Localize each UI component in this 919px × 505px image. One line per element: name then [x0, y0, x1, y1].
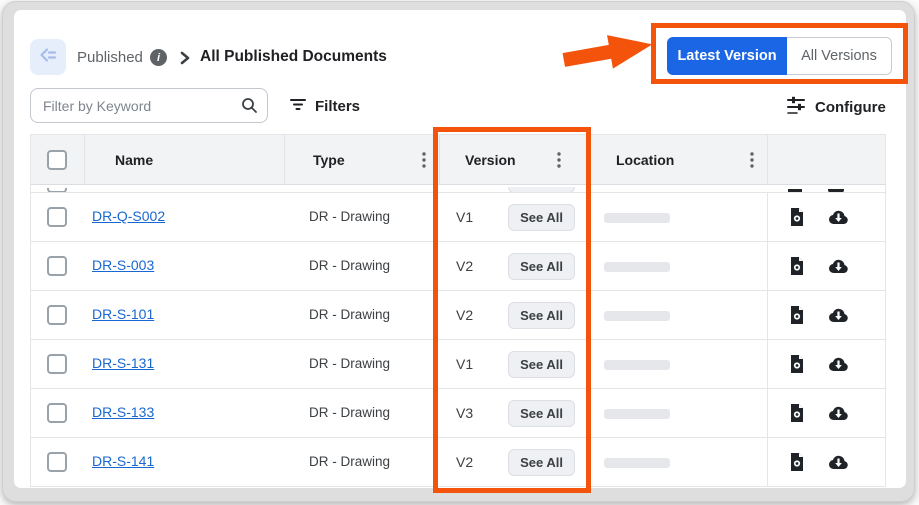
row-checkbox[interactable] — [47, 403, 67, 423]
filters-label: Filters — [315, 98, 360, 115]
type-column-menu-icon[interactable] — [422, 152, 426, 171]
document-name-link[interactable]: DR-Q-S002 — [92, 208, 165, 224]
location-placeholder-bar — [604, 213, 670, 223]
column-header-name[interactable]: Name — [84, 135, 284, 185]
see-all-button[interactable]: See All — [508, 400, 575, 427]
row-checkbox[interactable] — [47, 354, 67, 374]
preview-file-icon[interactable] — [787, 305, 807, 330]
preview-file-icon[interactable] — [787, 256, 807, 281]
row-checkbox[interactable] — [47, 452, 67, 472]
document-version: V1 — [456, 356, 473, 372]
table-row: DR-S-101 DR - Drawing V2 See All — [31, 291, 885, 340]
document-type: DR - Drawing — [309, 258, 390, 273]
see-all-button[interactable]: See All — [508, 351, 575, 378]
column-header-actions — [767, 135, 887, 185]
document-version: V2 — [456, 258, 473, 274]
document-name-link[interactable]: DR-S-101 — [92, 306, 154, 322]
cloud-download-icon[interactable] — [827, 305, 850, 330]
app-window: Published i All Published Documents Late… — [2, 1, 915, 502]
documents-table: Name Type Version Location — [30, 134, 886, 487]
preview-file-icon[interactable] — [787, 452, 807, 477]
document-type: DR - Drawing — [309, 356, 390, 371]
location-placeholder-bar — [604, 311, 670, 321]
preview-file-icon[interactable] — [787, 403, 807, 428]
breadcrumb-section[interactable]: Published — [77, 49, 143, 66]
row-actions — [767, 438, 887, 486]
page-title: All Published Documents — [200, 48, 387, 66]
keyword-filter — [30, 88, 268, 123]
latest-version-button[interactable]: Latest Version — [667, 37, 787, 75]
document-type: DR - Drawing — [309, 209, 390, 224]
cloud-download-icon[interactable] — [827, 207, 850, 232]
table-row: DR-S-141 DR - Drawing V2 See All — [31, 438, 885, 487]
table-row: DR-S-133 DR - Drawing V3 See All — [31, 389, 885, 438]
keyword-filter-input[interactable] — [30, 88, 268, 123]
document-name-link[interactable]: DR-S-141 — [92, 453, 154, 469]
filter-list-icon — [289, 96, 307, 117]
cloud-download-icon[interactable] — [827, 403, 850, 428]
cloud-download-icon[interactable] — [827, 452, 850, 477]
cloud-download-icon[interactable] — [827, 256, 850, 281]
row-actions — [767, 193, 887, 241]
location-column-menu-icon[interactable] — [750, 152, 754, 171]
location-placeholder-bar — [604, 458, 670, 468]
document-version: V2 — [456, 307, 473, 323]
table-row: DR-S-003 DR - Drawing V2 See All — [31, 242, 885, 291]
see-all-button[interactable]: See All — [508, 449, 575, 476]
table-row: DR-Q-S002 DR - Drawing V1 See All — [31, 193, 885, 242]
chevron-right-icon — [177, 50, 193, 71]
document-version: V3 — [456, 405, 473, 421]
table-header: Name Type Version Location — [31, 135, 885, 185]
preview-file-icon[interactable] — [787, 207, 807, 232]
see-all-button[interactable]: See All — [508, 253, 575, 280]
row-actions — [767, 340, 887, 388]
document-version: V2 — [456, 454, 473, 470]
row-actions — [767, 389, 887, 437]
location-placeholder-bar — [604, 409, 670, 419]
cloud-download-icon[interactable] — [827, 354, 850, 379]
configure-label: Configure — [815, 99, 886, 116]
row-actions — [767, 242, 887, 290]
select-all-checkbox[interactable] — [47, 150, 67, 170]
published-documents-page: Published i All Published Documents Late… — [14, 10, 906, 488]
row-actions — [767, 291, 887, 339]
document-name-link[interactable]: DR-S-133 — [92, 404, 154, 420]
location-placeholder-bar — [604, 360, 670, 370]
document-name-link[interactable]: DR-S-003 — [92, 257, 154, 273]
location-placeholder-bar — [604, 262, 670, 272]
see-all-button[interactable]: See All — [508, 204, 575, 231]
configure-button[interactable]: Configure — [786, 95, 886, 120]
table-row: DR-S-131 DR - Drawing V1 See All — [31, 340, 885, 389]
document-name-link[interactable]: DR-S-131 — [92, 355, 154, 371]
document-version: V1 — [456, 209, 473, 225]
document-type: DR - Drawing — [309, 307, 390, 322]
document-type: DR - Drawing — [309, 405, 390, 420]
version-column-menu-icon[interactable] — [557, 152, 561, 171]
clipped-table-row — [31, 185, 885, 193]
filters-button[interactable]: Filters — [289, 96, 360, 117]
row-checkbox[interactable] — [47, 207, 67, 227]
info-icon[interactable]: i — [150, 49, 167, 66]
header-checkbox-cell — [31, 135, 84, 185]
column-header-version[interactable]: Version — [439, 135, 589, 185]
document-type: DR - Drawing — [309, 454, 390, 469]
collapse-panel-button[interactable] — [30, 39, 66, 75]
search-icon — [241, 97, 258, 119]
preview-file-icon[interactable] — [787, 354, 807, 379]
collapse-left-icon — [38, 45, 58, 70]
column-header-type[interactable]: Type — [284, 135, 439, 185]
all-versions-button[interactable]: All Versions — [787, 37, 892, 75]
version-view-toggle: Latest Version All Versions — [667, 37, 892, 75]
column-header-location[interactable]: Location — [589, 135, 767, 185]
row-checkbox[interactable] — [47, 305, 67, 325]
row-checkbox[interactable] — [47, 256, 67, 276]
tune-sliders-icon — [786, 95, 806, 120]
see-all-button[interactable]: See All — [508, 302, 575, 329]
